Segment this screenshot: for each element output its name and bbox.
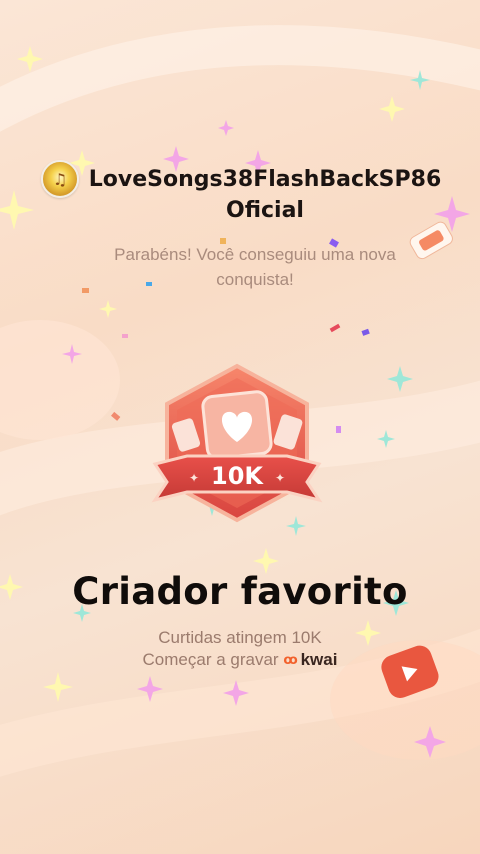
music-note-avatar-icon: ♫ [52, 169, 68, 189]
badge-label: 10K [211, 462, 264, 490]
kwai-brand: kwai [300, 650, 338, 669]
start-recording-label: Começar a gravar [142, 650, 279, 669]
congratulations-message: Parabéns! Você conseguiu uma nova conqui… [114, 245, 396, 289]
start-recording-link[interactable]: Começar a gravar ꝏ kwai [143, 649, 338, 671]
sparkle-icon: ✦ [275, 471, 285, 485]
achievement-title: Criador favorito [72, 570, 408, 613]
sparkle-icon: ✦ [189, 471, 199, 485]
kwai-logo-icon: ꝏ [283, 652, 298, 667]
creator-avatar[interactable]: ♫ [41, 160, 79, 198]
creator-name: LoveSongs38FlashBackSP86 Oficial [88, 167, 442, 223]
achievement-requirement: Curtidas atingem 10K [158, 628, 322, 647]
achievement-description: Curtidas atingem 10K Começar a gravar ꝏ … [0, 627, 480, 671]
achievement-badge: 10K ✦ ✦ [151, 363, 323, 523]
heart-card-icon [201, 390, 273, 460]
